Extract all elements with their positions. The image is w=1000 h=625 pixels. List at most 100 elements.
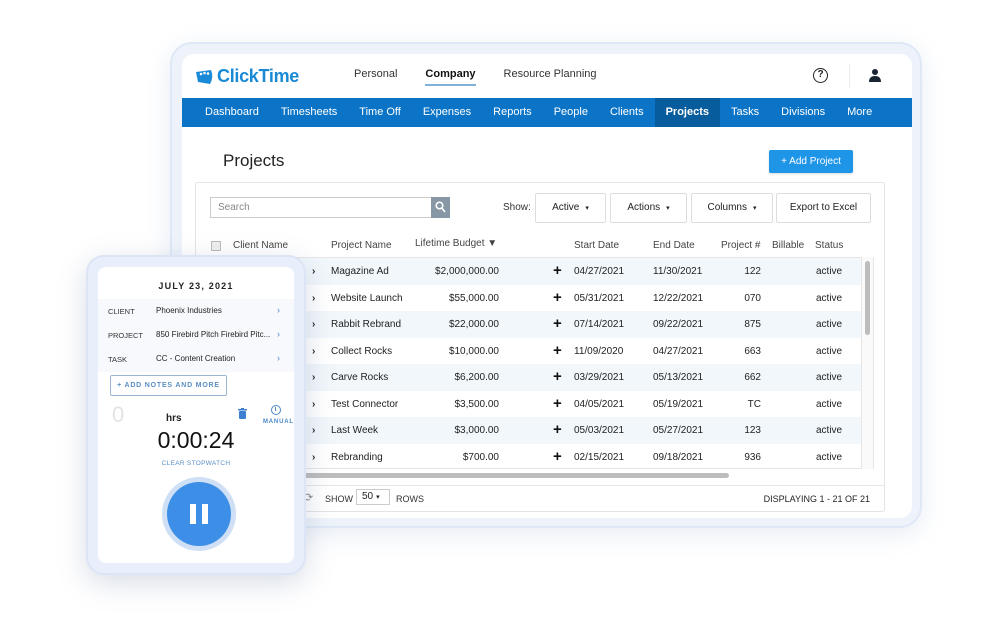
add-icon[interactable]: +: [553, 421, 562, 438]
end-date: 11/30/2021: [653, 266, 703, 277]
user-icon[interactable]: [868, 68, 882, 82]
header-billable[interactable]: Billable: [772, 240, 804, 251]
end-date: 05/27/2021: [653, 425, 704, 436]
tab-dashboard[interactable]: Dashboard: [182, 98, 270, 127]
expand-row-icon[interactable]: ›: [312, 346, 315, 357]
header-start-date[interactable]: Start Date: [574, 240, 619, 251]
tab-time-off[interactable]: Time Off: [348, 98, 412, 127]
header-client-name[interactable]: Client Name: [233, 240, 288, 251]
hours-input[interactable]: 0: [112, 402, 124, 428]
rows-per-page-select[interactable]: 50 ▾: [356, 489, 390, 505]
tab-expenses[interactable]: Expenses: [412, 98, 482, 127]
expand-row-icon[interactable]: ›: [312, 372, 315, 383]
expand-row-icon[interactable]: ›: [312, 293, 315, 304]
logo[interactable]: ClickTime: [195, 66, 299, 87]
project-number: 663: [744, 345, 761, 357]
search-input[interactable]: Search: [210, 197, 432, 218]
search-button[interactable]: [431, 197, 450, 218]
manual-mode-button[interactable]: MANUAL: [263, 419, 294, 425]
add-icon[interactable]: +: [553, 342, 562, 359]
add-icon[interactable]: +: [553, 315, 562, 332]
help-icon[interactable]: ?: [813, 68, 828, 83]
add-icon[interactable]: +: [553, 262, 562, 279]
end-date: 05/13/2021: [653, 372, 704, 383]
show-rows-label: SHOW: [325, 494, 353, 504]
project-name[interactable]: Website Launch: [331, 293, 403, 304]
header-project-number[interactable]: Project #: [721, 240, 760, 251]
add-notes-button[interactable]: + ADD NOTES AND MORE: [110, 375, 227, 396]
client-value: Phoenix Industries: [156, 306, 222, 315]
add-icon[interactable]: +: [553, 368, 562, 385]
mobile-task-field[interactable]: TASK CC - Content Creation ›: [98, 347, 294, 371]
pagination-status: DISPLAYING 1 - 21 OF 21: [763, 494, 870, 504]
mobile-screen: JULY 23, 2021 CLIENT Phoenix Industries …: [98, 267, 294, 563]
vertical-scrollbar[interactable]: [862, 257, 874, 469]
status: active: [816, 398, 843, 410]
start-date: 02/15/2021: [574, 451, 625, 463]
top-nav-personal[interactable]: Personal: [354, 68, 397, 86]
project-name[interactable]: Rabbit Rebrand: [331, 319, 401, 330]
mobile-frame: JULY 23, 2021 CLIENT Phoenix Industries …: [86, 255, 306, 575]
start-date: 04/27/2021: [574, 266, 625, 277]
header-end-date[interactable]: End Date: [653, 240, 695, 251]
header-lifetime-budget[interactable]: Lifetime Budget ▼: [415, 238, 497, 249]
mobile-fields: CLIENT Phoenix Industries › PROJECT 850 …: [98, 299, 294, 372]
project-name[interactable]: Last Week: [331, 425, 378, 436]
tab-reports[interactable]: Reports: [482, 98, 543, 127]
export-excel-button[interactable]: Export to Excel: [776, 193, 871, 223]
table-header: Client Name Project Name Lifetime Budget…: [196, 235, 884, 257]
tab-projects[interactable]: Projects: [654, 98, 720, 127]
actions-dropdown[interactable]: Actions ▾: [610, 193, 687, 223]
project-name[interactable]: Magazine Ad: [331, 266, 389, 277]
project-name[interactable]: Test Connector: [331, 399, 398, 410]
start-date: 11/09/2020: [574, 345, 624, 357]
divider: [849, 64, 850, 88]
header-status[interactable]: Status: [815, 240, 843, 251]
columns-dropdown[interactable]: Columns ▾: [691, 193, 773, 223]
start-date: 05/31/2021: [574, 292, 625, 304]
active-filter-dropdown[interactable]: Active ▾: [535, 193, 606, 223]
add-icon[interactable]: +: [553, 289, 562, 306]
expand-row-icon[interactable]: ›: [312, 452, 315, 463]
expand-row-icon[interactable]: ›: [312, 425, 315, 436]
show-label: Show:: [503, 202, 531, 213]
project-number: 123: [744, 425, 761, 436]
rows-label: ROWS: [396, 494, 424, 504]
chevron-right-icon: ›: [277, 329, 280, 339]
add-icon[interactable]: +: [553, 448, 562, 465]
expand-row-icon[interactable]: ›: [312, 399, 315, 410]
top-nav-company[interactable]: Company: [425, 68, 476, 86]
search-icon: [435, 201, 446, 213]
lifetime-budget: $3,500.00: [454, 398, 500, 410]
lifetime-budget: $55,000.00: [448, 292, 499, 304]
project-name[interactable]: Carve Rocks: [331, 372, 388, 383]
project-value: 850 Firebird Pitch Firebird Pitc...: [156, 330, 271, 339]
tab-more[interactable]: More: [836, 98, 883, 127]
stopwatch-icon[interactable]: [271, 405, 281, 415]
vertical-scroll-thumb[interactable]: [865, 261, 870, 335]
project-name[interactable]: Collect Rocks: [331, 346, 392, 357]
project-label: PROJECT: [108, 331, 144, 340]
tab-divisions[interactable]: Divisions: [770, 98, 836, 127]
tab-tasks[interactable]: Tasks: [720, 98, 770, 127]
end-date: 12/22/2021: [653, 292, 704, 304]
clear-stopwatch-button[interactable]: CLEAR STOPWATCH: [98, 460, 294, 467]
actions-label: Actions: [627, 202, 661, 213]
mobile-project-field[interactable]: PROJECT 850 Firebird Pitch Firebird Pitc…: [98, 323, 294, 347]
project-number: 936: [744, 451, 761, 463]
lifetime-budget: $22,000.00: [448, 319, 499, 330]
pause-button[interactable]: [162, 477, 236, 551]
expand-row-icon[interactable]: ›: [312, 319, 315, 330]
tab-people[interactable]: People: [543, 98, 599, 127]
mobile-client-field[interactable]: CLIENT Phoenix Industries ›: [98, 299, 294, 323]
tab-clients[interactable]: Clients: [599, 98, 655, 127]
tab-timesheets[interactable]: Timesheets: [270, 98, 348, 127]
add-icon[interactable]: +: [553, 395, 562, 412]
top-nav-resource-planning[interactable]: Resource Planning: [504, 68, 597, 86]
header-project-name[interactable]: Project Name: [331, 240, 392, 251]
project-name[interactable]: Rebranding: [331, 452, 383, 463]
add-project-button[interactable]: + Add Project: [769, 150, 853, 173]
select-all-checkbox[interactable]: [211, 241, 221, 251]
trash-icon[interactable]: [238, 408, 247, 419]
expand-row-icon[interactable]: ›: [312, 266, 315, 277]
